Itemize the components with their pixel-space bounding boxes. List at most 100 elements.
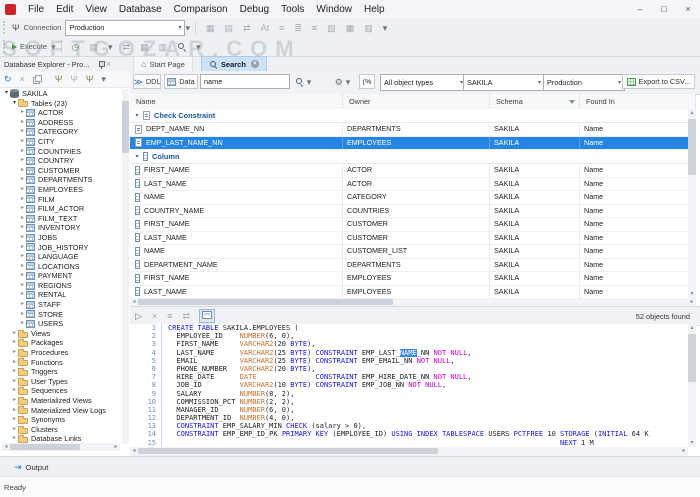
sync-icon[interactable]: ⇄	[182, 311, 190, 321]
wildcard-toggle-button[interactable]: (%	[359, 74, 375, 89]
code-horizontal-scrollbar[interactable]: ◂ ▸	[130, 447, 688, 456]
navigate-icon[interactable]: ▷	[135, 311, 142, 321]
tree-item-category[interactable]: ▸CATEGORY	[0, 127, 121, 137]
grid-icon[interactable]: ▦	[140, 42, 149, 52]
panel-icon[interactable]: ▥	[364, 23, 373, 33]
menu-edit[interactable]: Edit	[50, 4, 79, 15]
disconnect-icon[interactable]: Ψ	[70, 74, 78, 84]
result-row[interactable]: COUNTRY_NAMECOUNTRIESSAKILAName	[130, 205, 696, 219]
scroll-left-icon[interactable]: ◂	[130, 447, 138, 455]
output-panel-button[interactable]: ⇥ Output	[14, 462, 48, 472]
scroll-down-icon[interactable]: ▾	[688, 439, 696, 447]
tree-expand-icon[interactable]: ▸	[11, 377, 18, 387]
dropdown-icon[interactable]: ▾	[108, 42, 113, 52]
scroll-right-icon[interactable]: ▸	[680, 447, 688, 455]
tree-item-sequences[interactable]: ▸Sequences	[0, 386, 121, 396]
tree-expand-icon[interactable]: ▸	[19, 271, 26, 281]
tree-item-tables-23-[interactable]: ▾Tables (23)	[0, 99, 121, 109]
close-icon[interactable]: ×	[20, 74, 25, 84]
menu-tools[interactable]: Tools	[275, 4, 310, 15]
tree-expand-icon[interactable]: ▸	[19, 204, 26, 214]
scrollbar-thumb[interactable]	[122, 101, 129, 153]
scroll-right-icon[interactable]: ▸	[688, 298, 696, 306]
output-icon[interactable]: ⇥	[14, 462, 22, 472]
tree-item-views[interactable]: ▸Views	[0, 329, 121, 339]
tree-item-sakila[interactable]: ▾SAKILA	[0, 89, 121, 99]
result-row[interactable]: NAMECUSTOMER_LISTSAKILAName	[130, 245, 696, 259]
tree-expand-icon[interactable]: ▸	[19, 108, 26, 118]
dropdown-icon[interactable]: ▾	[51, 42, 56, 52]
group-header-column[interactable]: ▾Column	[130, 150, 696, 164]
tree-expand-icon[interactable]: ▸	[19, 175, 26, 185]
gear-icon[interactable]: ⚙	[335, 77, 343, 87]
tree-item-payment[interactable]: ▸PAYMENT	[0, 271, 121, 281]
tree-expand-icon[interactable]: ▸	[19, 195, 26, 205]
tree-expand-icon[interactable]: ▸	[19, 137, 26, 147]
scroll-left-icon[interactable]: ◂	[2, 443, 10, 451]
clear-icon[interactable]: ×	[152, 311, 157, 321]
doc-icon[interactable]: ▤	[90, 42, 99, 52]
dropdown-icon[interactable]: ▾	[101, 74, 106, 84]
tree-expand-icon[interactable]: ▸	[11, 396, 18, 406]
plug-icon[interactable]: Ψ	[12, 23, 20, 33]
tree-expand-icon[interactable]: ▸	[19, 262, 26, 272]
tree-item-clusters[interactable]: ▸Clusters	[0, 425, 121, 435]
tree-item-language[interactable]: ▸LANGUAGE	[0, 252, 121, 262]
tree-expand-icon[interactable]: ▸	[19, 252, 26, 262]
tree-expand-icon[interactable]: ▸	[11, 386, 18, 396]
scrollbar-thumb[interactable]	[688, 119, 696, 175]
tree-item-city[interactable]: ▸CITY	[0, 137, 121, 147]
result-row[interactable]: DEPARTMENT_NAMEDEPARTMENTSSAKILAName	[130, 259, 696, 273]
group-header-check-constraint[interactable]: ▾Check Constraint	[130, 109, 696, 123]
layout-icon[interactable]	[202, 311, 212, 319]
tree-expand-icon[interactable]: ▸	[19, 223, 26, 233]
tree-expand-icon[interactable]: ▸	[11, 415, 18, 425]
result-row[interactable]: DEPT_NAME_NNDEPARTMENTSSAKILAName	[130, 123, 696, 137]
scrollbar-thumb[interactable]	[138, 448, 438, 454]
group-expand-icon[interactable]: ▾	[133, 112, 141, 119]
menu-window[interactable]: Window	[310, 4, 358, 15]
tree-item-film-actor[interactable]: ▸FILM_ACTOR	[0, 204, 121, 214]
explorer-vertical-scrollbar[interactable]	[122, 89, 129, 444]
tree-expand-icon[interactable]: ▸	[11, 406, 18, 416]
tree-expand-icon[interactable]: ▸	[19, 127, 26, 137]
scroll-up-icon[interactable]: ▴	[688, 324, 696, 332]
result-row[interactable]: FIRST_NAMEEMPLOYEESSAKILAName	[130, 272, 696, 286]
tree-item-address[interactable]: ▸ADDRESS	[0, 118, 121, 128]
tree-expand-icon[interactable]: ▾	[11, 99, 18, 109]
result-row[interactable]: LAST_NAMECUSTOMERSAKILAName	[130, 232, 696, 246]
menu-database[interactable]: Database	[113, 4, 168, 15]
execute-button[interactable]: Execute	[20, 42, 47, 51]
tree-expand-icon[interactable]: ▸	[11, 329, 18, 339]
close-icon[interactable]: ×	[106, 59, 111, 69]
result-row[interactable]: EMP_LAST_NAME_NNEMPLOYEESSAKILAName	[130, 137, 696, 151]
layout-toggle-button[interactable]	[199, 309, 215, 323]
menu-debug[interactable]: Debug	[234, 4, 275, 15]
connection-filter-icon[interactable]: Ψ	[86, 74, 94, 84]
dropdown-icon[interactable]: ▾	[185, 23, 190, 33]
tree-expand-icon[interactable]: ▸	[11, 425, 18, 435]
search-options-button[interactable]: ⚙ ▾	[332, 74, 356, 89]
result-row[interactable]: FIRST_NAMECUSTOMERSAKILAName	[130, 218, 696, 232]
tree-item-staff[interactable]: ▸STAFF	[0, 300, 121, 310]
tree-item-store[interactable]: ▸STORE	[0, 310, 121, 320]
result-row[interactable]: NAMECATEGORYSAKILAName	[130, 191, 696, 205]
indent-icon[interactable]: ≡	[279, 23, 284, 33]
tree-item-user-types[interactable]: ▸User Types	[0, 377, 121, 387]
tree-expand-icon[interactable]: ▸	[19, 233, 26, 243]
tree-item-materialized-view-logs[interactable]: ▸Materialized View Logs	[0, 406, 121, 416]
refresh-icon[interactable]: ↻	[4, 74, 12, 84]
tab-start-page[interactable]: ⌂Start Page	[133, 56, 193, 71]
dropdown-icon[interactable]: ▾	[196, 42, 201, 52]
schema-select[interactable]: SAKILA ▾	[463, 74, 545, 91]
tree-expand-icon[interactable]: ▸	[19, 147, 26, 157]
scroll-up-icon[interactable]: ▴	[688, 109, 696, 117]
swap-icon[interactable]: ⇄	[123, 42, 131, 52]
tree-item-actor[interactable]: ▸ACTOR	[0, 108, 121, 118]
connection-select[interactable]: Production ▾	[65, 20, 185, 36]
tree-expand-icon[interactable]: ▸	[19, 281, 26, 291]
dropdown-icon[interactable]: ▾	[307, 77, 312, 87]
tree-item-departments[interactable]: ▸DEPARTMENTS	[0, 175, 121, 185]
tree-item-triggers[interactable]: ▸Triggers	[0, 367, 121, 377]
window-close-button[interactable]: ×	[676, 0, 700, 18]
